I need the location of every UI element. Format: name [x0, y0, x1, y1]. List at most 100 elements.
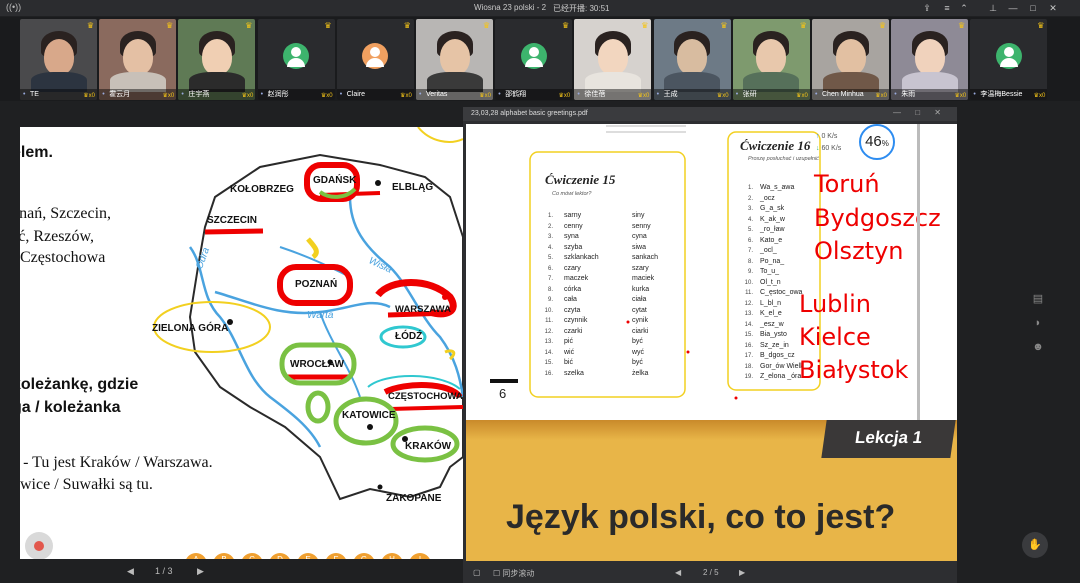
slide-text-line: ? - Tu jest Kraków / Warszawa. [20, 454, 213, 471]
participant-tile[interactable]: ♛赵润彤♛x0 [257, 19, 335, 100]
pin-icon[interactable]: ⊥ [986, 1, 1000, 15]
exercise-word: 7. [747, 248, 753, 254]
exercise-word: syna [564, 233, 579, 240]
exercise-word: 15. [744, 332, 753, 338]
close-icon[interactable]: ✕ [1046, 1, 1060, 15]
city-label: GDAŃSK [313, 175, 357, 186]
maximize-icon[interactable]: □ [1026, 1, 1040, 15]
exercise-word: szelka [564, 369, 584, 377]
exercise-16-title: Ćwiczenie 16 [740, 138, 811, 153]
crown-icon: ♛ [166, 21, 174, 30]
sync-scroll-label: 同步滚动 [502, 569, 535, 578]
exercise-word: senny [632, 222, 651, 230]
exercise-word: sankach [632, 254, 659, 261]
exercise-word: Wa_s_awa [760, 184, 795, 191]
exercise-word: 17. [744, 353, 753, 359]
exercise-word: 12. [544, 328, 553, 335]
meeting-app: ((•)) Wiosna 23 polski - 2 已经开播: 30:51 ⇪… [0, 0, 1080, 583]
city-label: ZAKOPANE [386, 493, 442, 504]
exercise-word: To_u_ [760, 268, 780, 275]
participant-face [914, 39, 945, 75]
pdf-page-edge [917, 124, 920, 420]
participant-tile[interactable]: ♛王成♛x0 [653, 19, 731, 100]
exercise-word: cała [564, 296, 577, 303]
participant-tile[interactable]: ♛庄宇燕♛x0 [178, 19, 256, 100]
participant-tile[interactable]: ♛张研♛x0 [732, 19, 810, 100]
participant-tile[interactable]: ♛邵鹤翔♛x0 [495, 19, 573, 100]
exercise-word: Po_na_ [760, 257, 785, 265]
crown-icon: ♛ [562, 21, 570, 30]
share-icon[interactable]: ⇪ [920, 1, 934, 15]
layout-icon[interactable]: ▢ [473, 568, 481, 577]
exercise-word: 11. [745, 290, 753, 296]
members-icon[interactable]: ☻ [1029, 338, 1047, 356]
reward-icon: ♛x0 [400, 93, 412, 99]
exercise-word: 4. [747, 216, 753, 223]
slide-left-gap [0, 101, 20, 559]
exercise-word: 6. [547, 265, 553, 272]
participant-tile[interactable]: ♛徐佳蓓♛x0 [574, 19, 652, 100]
exercise-word: 10. [544, 307, 553, 314]
exercise-word: kurka [632, 285, 650, 293]
exercise-word: G_a_sk [760, 205, 785, 212]
minimize-icon[interactable]: — [1006, 1, 1020, 15]
slide-text-line: owice / Suwałki są tu. [20, 476, 153, 493]
crown-icon: ♛ [86, 21, 94, 30]
crown-icon: ♛ [482, 21, 490, 30]
participant-tile[interactable]: ♛Chen Minhua♛x0 [812, 19, 889, 100]
exercise-word: córka [564, 285, 582, 293]
exercise-word: 4. [547, 244, 553, 251]
pdf-page: Ćwiczenie 15 Co mówi lektor? 1. 2. 3. 4. 5. 6… [466, 124, 957, 420]
slide-top-bar [0, 101, 463, 127]
exercise-word: czarki [564, 327, 583, 335]
exercise-word: 19. [744, 374, 753, 380]
exercise-word: być [632, 359, 643, 366]
city-label: CZĘSTOCHOWA [388, 391, 463, 402]
expand-icon[interactable]: ⌃ [957, 1, 971, 15]
city-label: WROCŁAW [290, 359, 344, 370]
reward-icon: ♛x0 [320, 93, 333, 99]
participant-tile[interactable]: ♛Claire♛x0 [336, 19, 414, 100]
participant-tile[interactable]: ♛Veritas♛x0 [416, 19, 493, 100]
record-button[interactable] [25, 532, 53, 560]
next-page-icon[interactable]: ▶ [739, 568, 745, 577]
next-page-icon[interactable]: ▶ [197, 566, 204, 577]
exercise-word: pić [564, 338, 573, 345]
document-icon[interactable]: ▤ [1029, 290, 1047, 308]
sync-scroll-toggle[interactable]: ☐ 同步滚动 [493, 568, 534, 579]
participant-face [122, 39, 153, 75]
avatar-icon [362, 43, 389, 69]
participant-tile[interactable]: ♛TE♛x0 [20, 19, 97, 100]
participant-tile[interactable]: ♛李温梅Bessie♛x0 [970, 19, 1048, 100]
crown-icon: ♛ [958, 21, 966, 30]
chat-icon[interactable]: ◗ [1029, 314, 1047, 332]
city-label: ZIELONA GÓRA [152, 323, 229, 334]
exercise-word: 7. [547, 276, 553, 282]
exercise-word: _ocl_ [760, 247, 777, 254]
slide-text-line: ść, Rzeszów, [20, 228, 95, 245]
title-bar: ((•)) Wiosna 23 polski - 2 已经开播: 30:51 ⇪… [0, 0, 1080, 16]
exercise-word: czary [564, 264, 581, 272]
exercise-word: 1. [547, 213, 553, 219]
exercise-word: 14. [744, 321, 753, 328]
shared-slide: elem. znań, Szczecin, ść, Rzeszów, , Czę… [20, 127, 463, 559]
participant-tile[interactable]: ♛霍云月♛x0 [99, 19, 177, 100]
exercise-word: bić [564, 359, 573, 366]
hand-raise-icon[interactable]: ✋ [1022, 532, 1048, 558]
reward-icon: ♛x0 [241, 93, 254, 99]
exercise-word: 5. [747, 227, 753, 233]
exercise-word: K_ak_w [760, 215, 785, 223]
settings-icon[interactable]: ≡ [940, 1, 954, 15]
window-title: Wiosna 23 polski - 2 [474, 3, 547, 12]
exercise-word: Ol_t_n [760, 278, 781, 286]
exercise-word: Kato_e [760, 236, 783, 244]
prev-page-icon[interactable]: ◀ [127, 566, 134, 577]
exercise-word: _ro_ław [760, 226, 785, 233]
city-label: ŁÓDŹ [395, 331, 423, 342]
participant-tile[interactable]: ♛朱雨♛x0 [891, 19, 969, 100]
exercise-word: ciarki [632, 327, 649, 335]
crown-icon: ♛ [799, 21, 807, 30]
pdf-window-controls[interactable]: — □ ✕ [893, 108, 947, 117]
exercise-word: 15. [544, 360, 553, 366]
prev-page-icon[interactable]: ◀ [675, 568, 681, 577]
